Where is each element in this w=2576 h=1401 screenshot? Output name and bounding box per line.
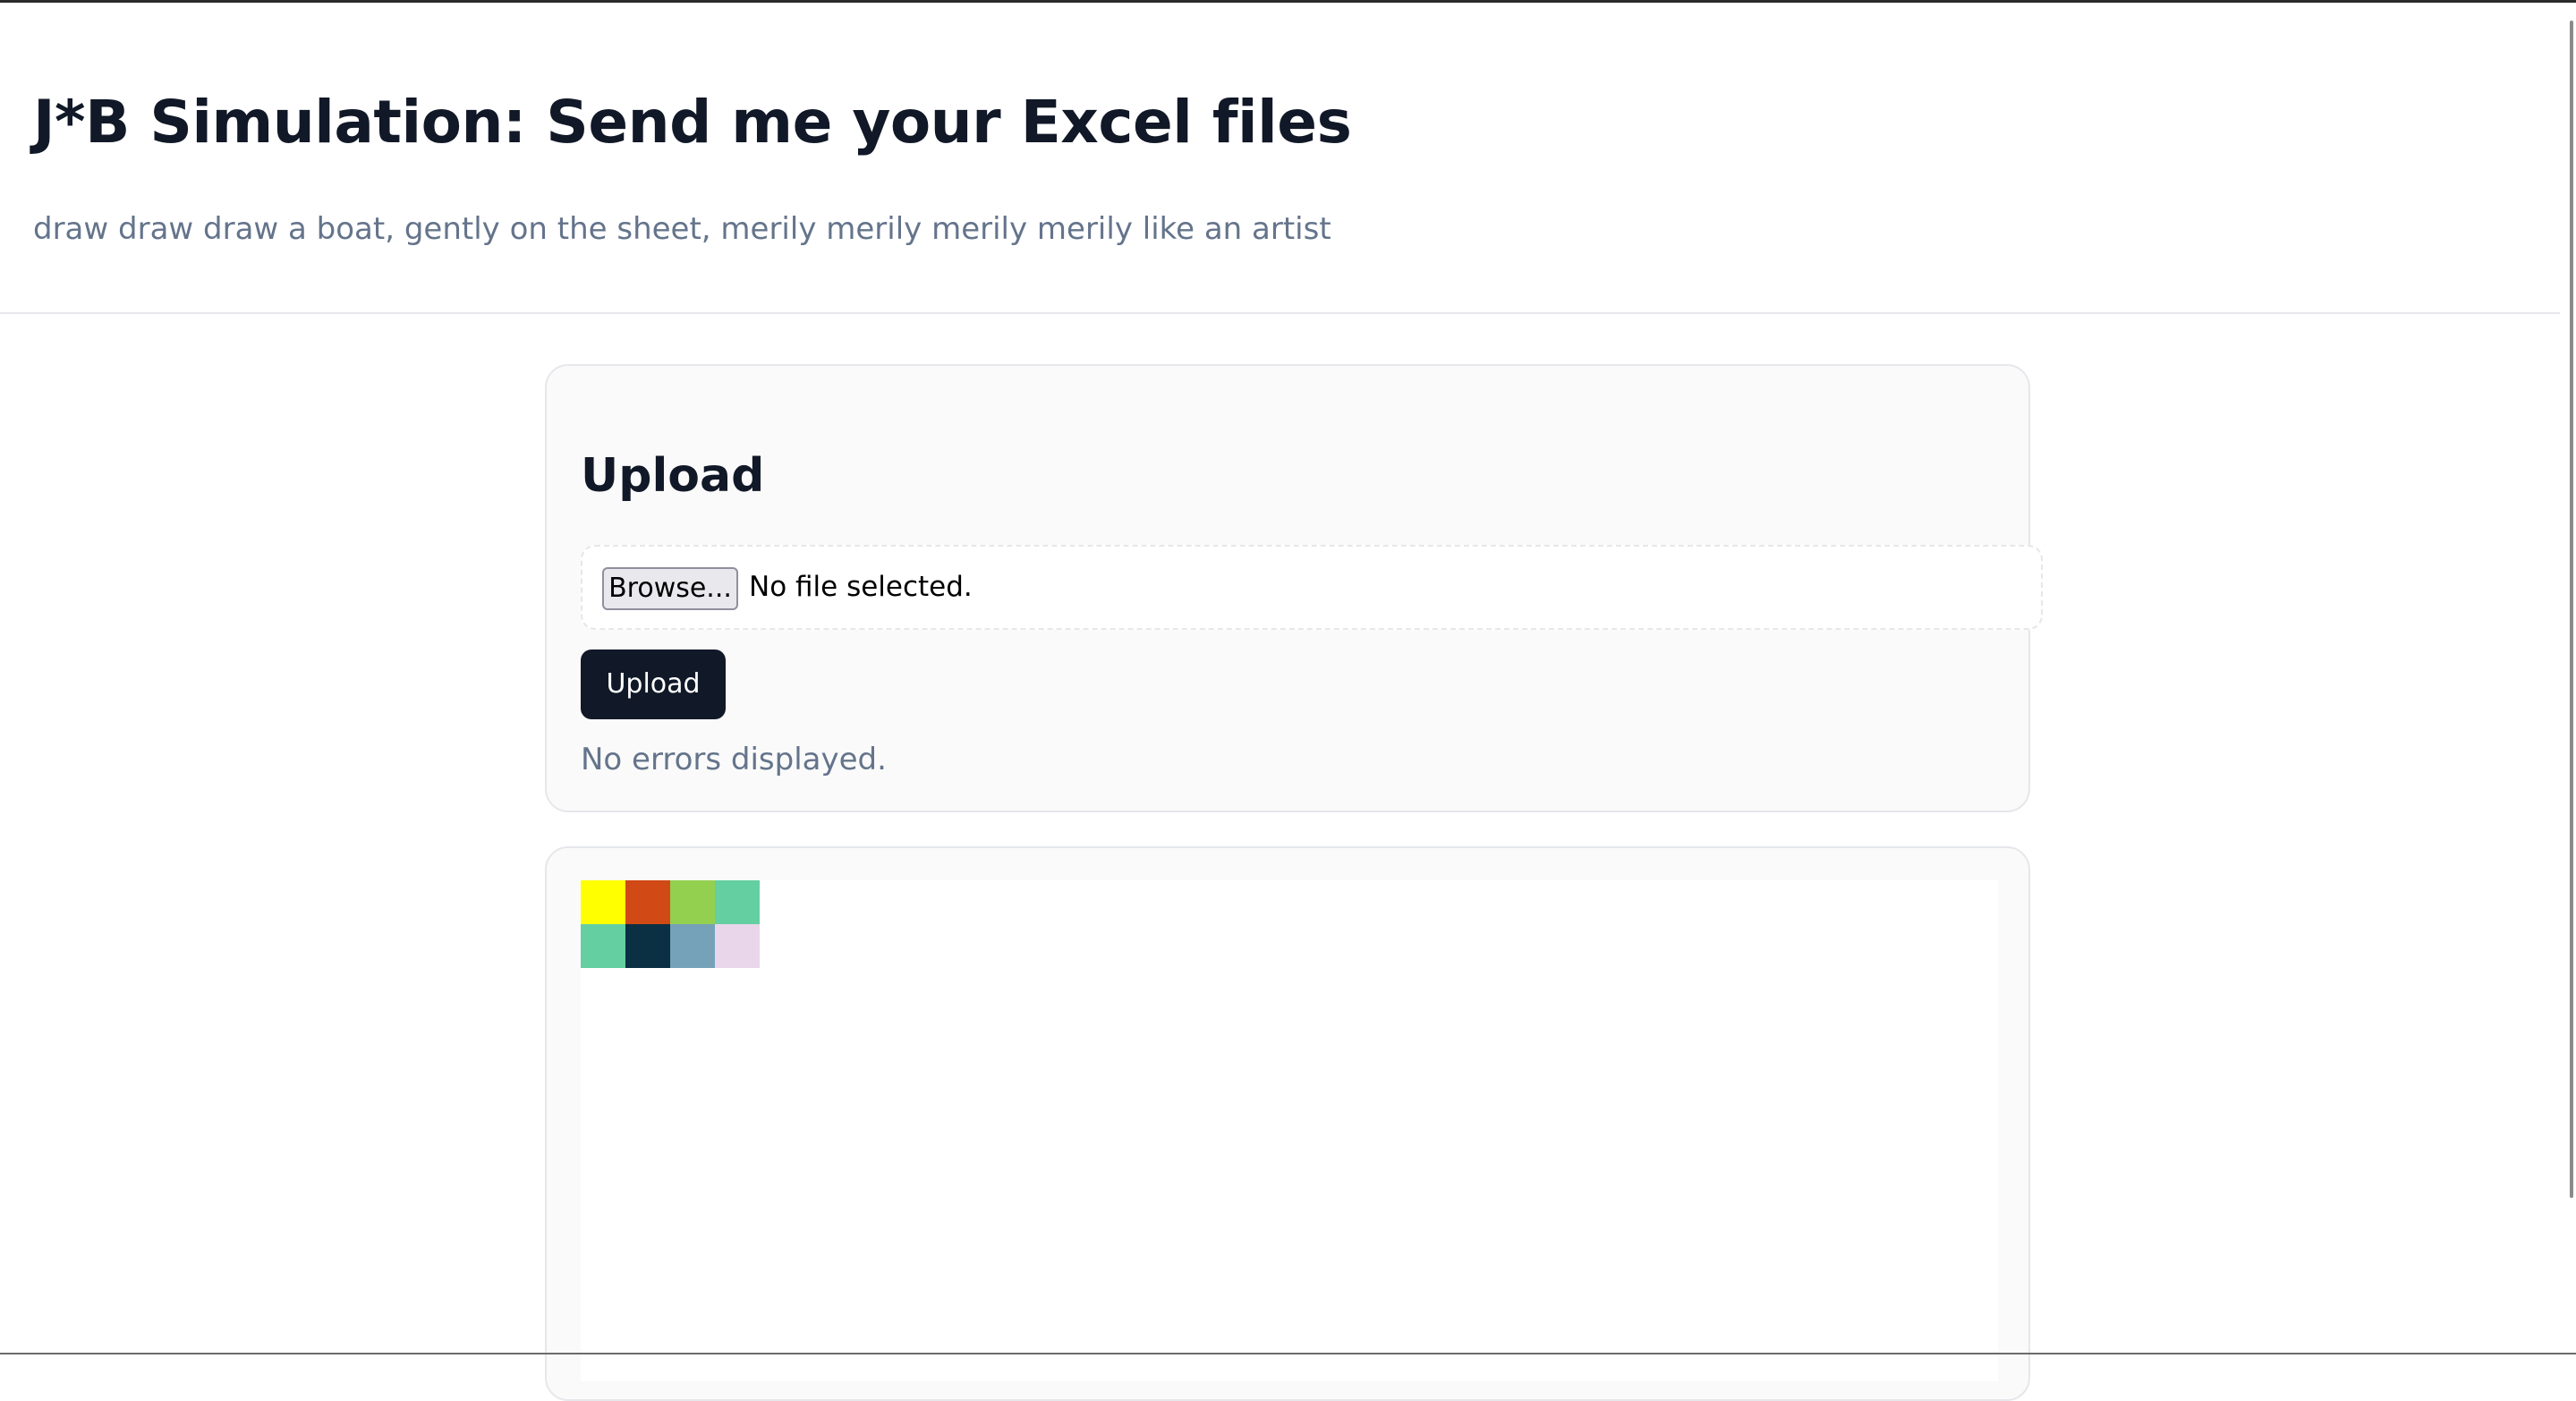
upload-card: Upload Browse... No file selected. Uploa… xyxy=(545,364,2043,812)
vertical-scrollbar[interactable] xyxy=(2560,3,2576,1353)
color-swatch xyxy=(670,880,715,924)
page-subtitle: draw draw draw a boat, gently on the she… xyxy=(33,211,1331,247)
drawing-canvas xyxy=(581,880,1998,1381)
color-swatch xyxy=(625,880,670,924)
page-title: J*B Simulation: Send me your Excel files xyxy=(33,88,1352,157)
scrollbar-thumb[interactable] xyxy=(2570,21,2573,1198)
browse-button[interactable]: Browse... xyxy=(602,567,738,610)
upload-button[interactable]: Upload xyxy=(581,650,726,719)
file-status-text: No file selected. xyxy=(749,571,973,603)
color-swatch xyxy=(715,880,760,924)
color-swatch xyxy=(581,924,625,968)
color-swatch xyxy=(715,924,760,968)
upload-heading: Upload xyxy=(581,449,765,503)
color-swatch-grid xyxy=(581,880,760,968)
color-swatch xyxy=(581,880,625,924)
error-message: No errors displayed. xyxy=(581,742,887,777)
color-swatch xyxy=(670,924,715,968)
file-input[interactable]: Browse... No file selected. xyxy=(581,545,2043,630)
color-swatch xyxy=(625,924,670,968)
canvas-card xyxy=(545,846,2030,1401)
site-header: J*B Simulation: Send me your Excel files… xyxy=(0,3,2570,314)
